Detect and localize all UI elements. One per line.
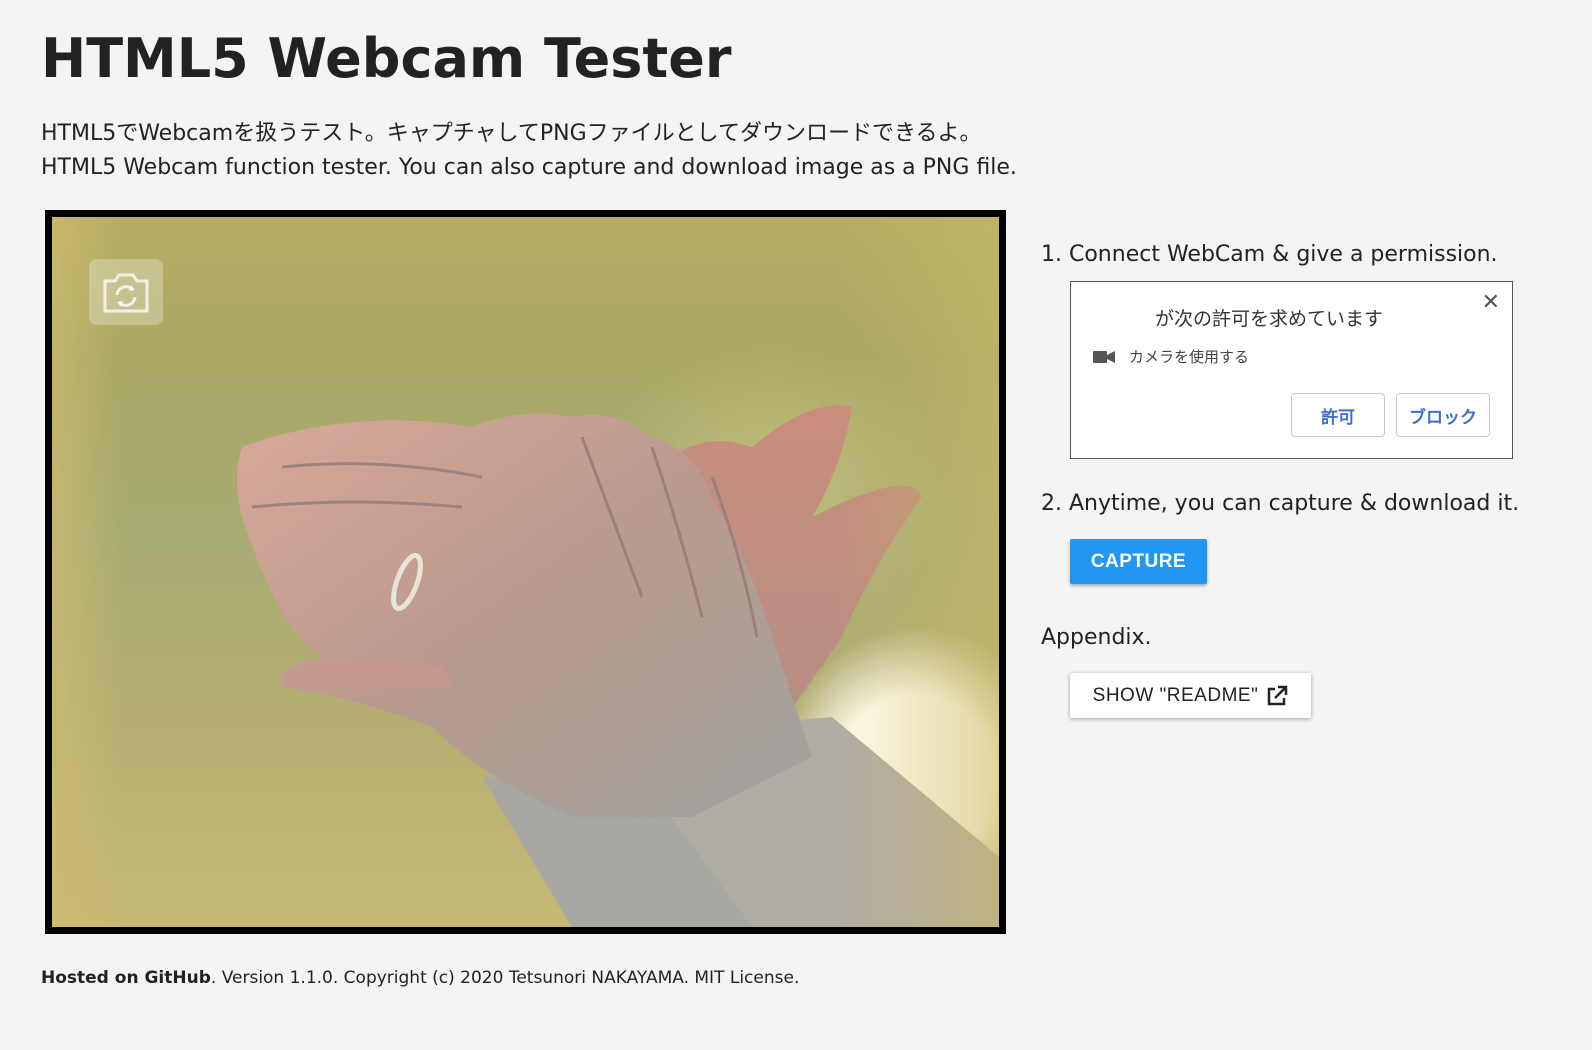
page-title: HTML5 Webcam Tester	[41, 27, 732, 90]
step1-label: 1. Connect WebCam & give a permission.	[1041, 242, 1498, 267]
github-link[interactable]: Hosted on GitHub	[41, 968, 211, 988]
capture-button[interactable]: CAPTURE	[1070, 539, 1207, 584]
camera-switch-button[interactable]	[89, 259, 163, 325]
block-button: ブロック	[1396, 393, 1490, 437]
show-readme-button[interactable]: SHOW "README"	[1070, 673, 1311, 718]
description-ja: HTML5でWebcamを扱うテスト。キャプチャしてPNGファイルとしてダウンロ…	[41, 121, 982, 146]
webcam-video	[52, 217, 999, 927]
external-link-icon	[1268, 685, 1288, 705]
appendix-label: Appendix.	[1041, 625, 1152, 650]
permission-dialog-title: が次の許可を求めています	[1155, 308, 1384, 330]
close-icon: ✕	[1481, 290, 1500, 315]
allow-button: 許可	[1291, 393, 1385, 437]
show-readme-label: SHOW "README"	[1092, 684, 1259, 706]
permission-item-label: カメラを使用する	[1129, 348, 1250, 366]
step2-label: 2. Anytime, you can capture & download i…	[1041, 491, 1520, 516]
footer-text: . Version 1.1.0. Copyright (c) 2020 Tets…	[210, 968, 800, 988]
webcam-video-frame	[45, 210, 1006, 934]
camera-switch-icon	[103, 273, 149, 313]
description-en: HTML5 Webcam function tester. You can al…	[41, 155, 1017, 180]
footer: Hosted on GitHub. Version 1.1.0. Copyrig…	[41, 968, 799, 988]
video-camera-icon	[1093, 350, 1115, 363]
permission-item: カメラを使用する	[1093, 346, 1249, 367]
page-description: HTML5でWebcamを扱うテスト。キャプチャしてPNGファイルとしてダウンロ…	[41, 117, 1017, 185]
permission-dialog-example: が次の許可を求めています ✕ カメラを使用する 許可 ブロック	[1070, 281, 1513, 459]
webcam-feed-image	[237, 405, 999, 927]
